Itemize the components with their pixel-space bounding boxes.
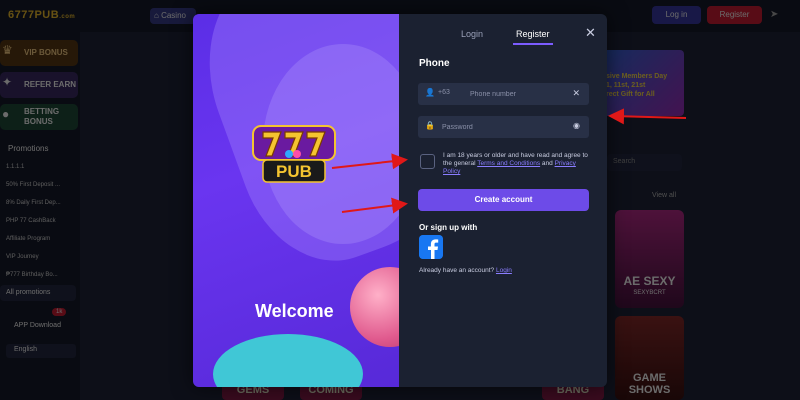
promo-item[interactable]: ₱777 Birthday Bo... bbox=[6, 272, 58, 278]
login-link[interactable]: Login bbox=[496, 267, 512, 274]
app-badge: 1k bbox=[52, 308, 67, 316]
welcome-panel: PUB Welcome bbox=[193, 14, 399, 387]
app-download-link[interactable]: APP Download bbox=[14, 322, 61, 329]
tab-casino[interactable]: ⌂ Casino bbox=[150, 8, 196, 24]
view-all-link[interactable]: View all bbox=[652, 192, 676, 199]
language-select[interactable]: English bbox=[6, 344, 76, 358]
777pub-logo: PUB bbox=[252, 125, 336, 183]
promo-item[interactable]: Affiliate Program bbox=[6, 236, 50, 242]
all-promotions-button[interactable]: All promotions bbox=[0, 285, 76, 301]
promo-item[interactable]: 50% First Deposit ... bbox=[6, 182, 60, 188]
lock-icon: 🔒 bbox=[425, 121, 435, 130]
telegram-icon[interactable]: ➤ bbox=[770, 9, 778, 20]
sidebar: ♛ VIP BONUS ✦ REFER EARN ● BETTING BONUS Pr… bbox=[0, 32, 80, 400]
promo-item[interactable]: PHP 77 CashBack bbox=[6, 218, 56, 224]
phone-section-title: Phone bbox=[419, 58, 450, 69]
tab-login[interactable]: Login bbox=[461, 29, 483, 39]
close-icon[interactable]: ✕ bbox=[585, 25, 596, 41]
create-account-button[interactable]: Create account bbox=[418, 189, 589, 211]
tab-register[interactable]: Register bbox=[516, 29, 550, 39]
game-card-ae-sexy[interactable]: AE SEXY SEXYBCRT bbox=[615, 210, 684, 308]
promo-item[interactable]: 1.1.1.1 bbox=[6, 164, 24, 170]
top-login-button[interactable]: Log in bbox=[652, 6, 701, 24]
register-modal: PUB Welcome Login Register ✕ Phone 👤 +63… bbox=[193, 14, 607, 387]
clear-icon[interactable]: ✕ bbox=[572, 88, 580, 99]
active-tab-indicator bbox=[513, 43, 553, 45]
age-terms-text: I am 18 years or older and have read and… bbox=[443, 152, 588, 175]
already-have-account: Already have an account? Login bbox=[419, 267, 512, 274]
decor-blob bbox=[213, 334, 363, 387]
phone-field[interactable]: 👤 +63 ✕ bbox=[418, 83, 589, 105]
register-form: Login Register ✕ Phone 👤 +63 ✕ 🔒 ◉ I am … bbox=[399, 14, 607, 387]
game-card-game-shows[interactable]: GAME SHOWS bbox=[615, 316, 684, 400]
decor-ball bbox=[350, 267, 399, 347]
game-card-title: AE SEXY bbox=[623, 274, 676, 288]
game-card-title: GAME SHOWS bbox=[628, 372, 671, 396]
user-icon: 👤 bbox=[425, 88, 435, 97]
facebook-icon[interactable] bbox=[419, 235, 443, 259]
game-search-input[interactable]: Search bbox=[607, 154, 682, 171]
age-terms-checkbox[interactable] bbox=[420, 154, 435, 169]
sidebar-vip-bonus[interactable]: ♛ VIP BONUS bbox=[0, 40, 78, 66]
promotions-heading[interactable]: Promotions bbox=[8, 144, 48, 153]
game-card-subtitle: SEXYBCRT bbox=[633, 290, 666, 296]
banner-text: sive Members Day 1, 11st, 21st rect Gift… bbox=[606, 73, 668, 98]
site-logo[interactable]: 6777PUB.com bbox=[8, 9, 75, 21]
betting-icon: ● bbox=[2, 107, 10, 121]
eye-icon[interactable]: ◉ bbox=[573, 121, 580, 130]
password-field[interactable]: 🔒 ◉ bbox=[418, 116, 589, 138]
password-input[interactable] bbox=[442, 116, 562, 138]
sidebar-refer-earn[interactable]: ✦ REFER EARN bbox=[0, 72, 78, 98]
social-signup-label: Or sign up with bbox=[419, 223, 478, 232]
promo-item[interactable]: VIP Journey bbox=[6, 254, 39, 260]
svg-text:PUB: PUB bbox=[276, 162, 312, 181]
top-register-button[interactable]: Register bbox=[707, 6, 762, 24]
country-code[interactable]: +63 bbox=[438, 89, 450, 96]
vip-icon: ♛ bbox=[2, 43, 13, 57]
terms-link[interactable]: Terms and Conditions bbox=[477, 160, 540, 167]
refer-icon: ✦ bbox=[2, 75, 13, 89]
promo-item[interactable]: 8% Daily First Dep... bbox=[6, 200, 61, 206]
phone-number-input[interactable] bbox=[470, 83, 570, 105]
welcome-heading: Welcome bbox=[255, 301, 334, 321]
sidebar-betting-bonus[interactable]: ● BETTING BONUS bbox=[0, 104, 78, 130]
